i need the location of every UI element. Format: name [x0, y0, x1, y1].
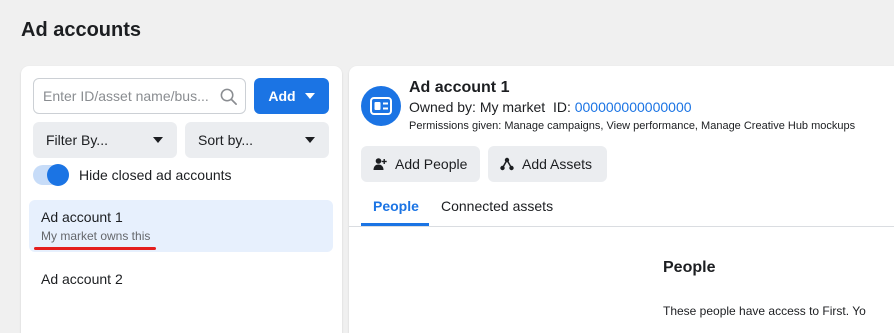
id-label: ID: [552, 99, 571, 115]
account-name: Ad account 2 [41, 271, 123, 287]
owned-by-row: Owned by: My market ID: 000000000000000 [409, 99, 692, 115]
chevron-down-icon [304, 93, 315, 99]
filter-by-label: Filter By... [46, 132, 108, 148]
add-people-label: Add People [395, 156, 468, 172]
add-people-button[interactable]: Add People [361, 146, 480, 182]
filter-by-dropdown[interactable]: Filter By... [33, 122, 177, 158]
sort-by-dropdown[interactable]: Sort by... [185, 122, 329, 158]
share-nodes-icon [500, 157, 514, 171]
add-assets-label: Add Assets [522, 156, 593, 172]
page-title: Ad accounts [21, 19, 142, 41]
search-box[interactable] [33, 78, 246, 114]
account-name: Ad account 1 [41, 209, 123, 225]
highlight-underline [34, 247, 156, 250]
account-owner-text: My market owns this [41, 229, 151, 243]
caret-down-icon [305, 137, 315, 143]
tab-people[interactable]: People [361, 194, 431, 226]
ad-account-detail-panel: Ad account 1 Owned by: My market ID: 000… [349, 66, 894, 333]
account-list-item[interactable]: Ad account 2 [29, 262, 333, 314]
account-id-link[interactable]: 000000000000000 [575, 99, 692, 115]
sort-by-label: Sort by... [198, 132, 253, 148]
ad-account-icon [361, 86, 401, 126]
search-input[interactable] [34, 81, 209, 111]
account-title: Ad account 1 [409, 79, 510, 96]
caret-down-icon [153, 137, 163, 143]
add-button[interactable]: Add [254, 78, 329, 114]
tabs-divider [349, 226, 894, 227]
toggle-knob [47, 164, 69, 186]
owned-by-text: Owned by: My market [409, 99, 546, 115]
add-person-icon [373, 158, 387, 170]
section-heading: People [663, 259, 716, 276]
hide-closed-label: Hide closed ad accounts [79, 167, 232, 183]
add-button-label: Add [268, 88, 296, 104]
hide-closed-row: Hide closed ad accounts [33, 164, 232, 186]
tab-connected-assets[interactable]: Connected assets [429, 194, 565, 226]
search-icon[interactable] [219, 87, 238, 106]
account-list-item[interactable]: Ad account 1 My market owns this [29, 200, 333, 252]
permissions-text: Permissions given: Manage campaigns, Vie… [409, 120, 856, 132]
add-assets-button[interactable]: Add Assets [488, 146, 607, 182]
section-description: These people have access to First. Yo [663, 304, 866, 318]
ad-accounts-list-panel: Add Filter By... Sort by... Hide closed … [21, 66, 342, 333]
hide-closed-toggle[interactable] [33, 164, 69, 186]
